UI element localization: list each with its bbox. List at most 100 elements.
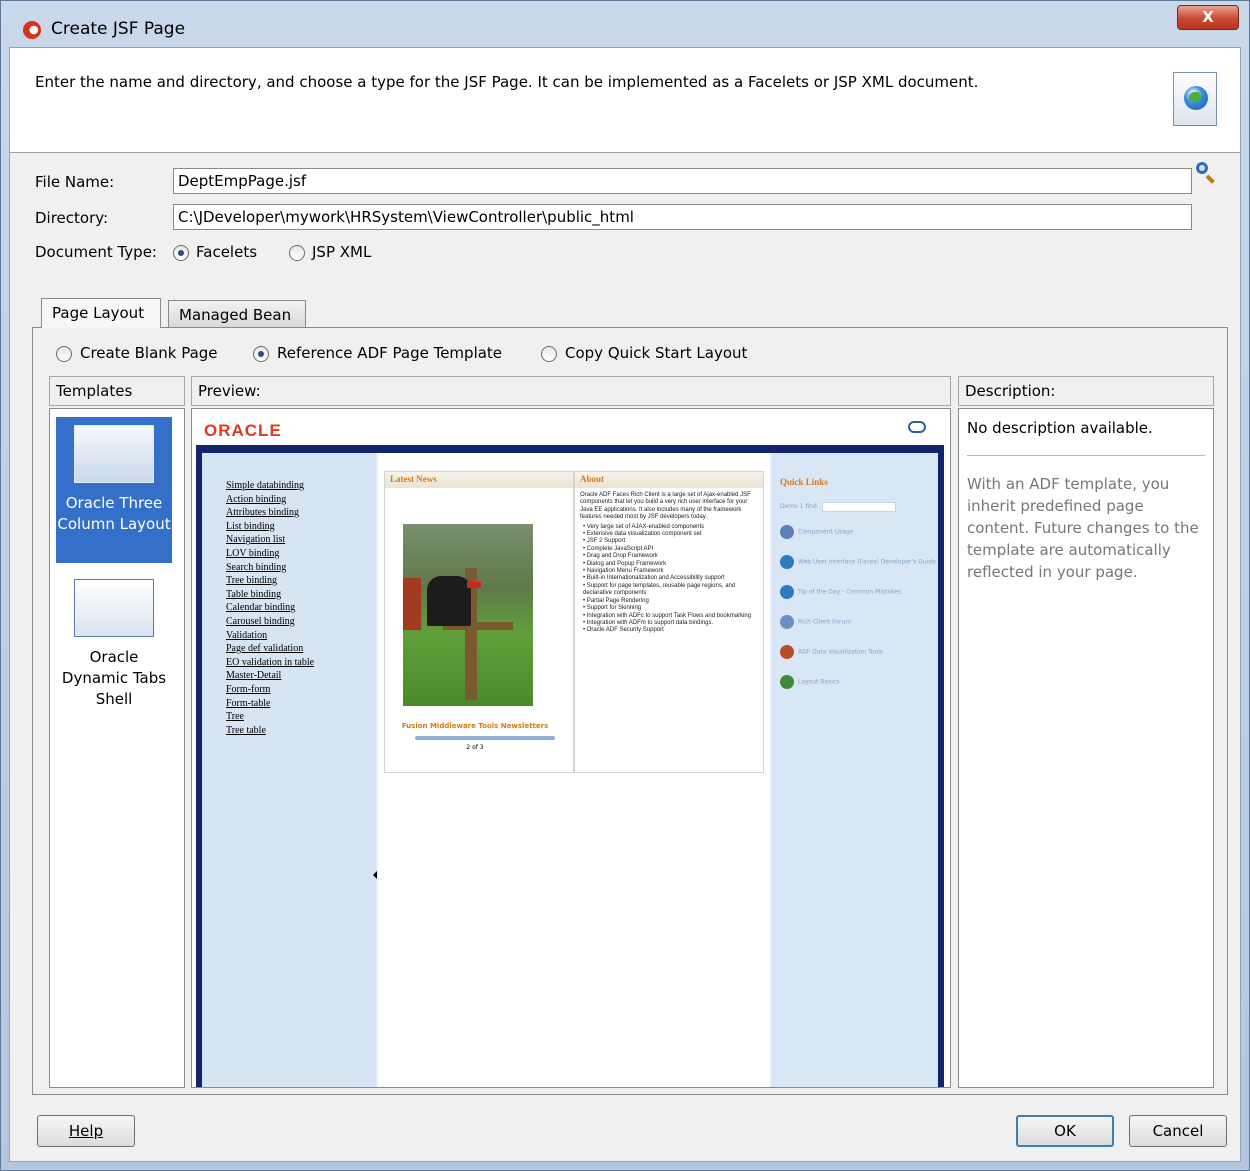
about-bullet-item: • JSF 2 Support: [583, 538, 626, 545]
directory-label: Directory:: [35, 209, 109, 227]
tab-managed-bean[interactable]: Managed Bean: [168, 300, 306, 328]
preview-link-item: List binding: [226, 520, 275, 532]
jsp-xml-label[interactable]: JSP XML: [312, 243, 371, 261]
quick-links-title: Quick Links: [780, 477, 828, 487]
description-heading: Description:: [958, 376, 1214, 406]
quick-link-item: Web User Interface (Faces) Developer's G…: [780, 555, 936, 569]
search-icon: [1196, 162, 1208, 174]
reference-template-radio[interactable]: [253, 346, 269, 362]
about-bullet-item: • Extensive data visualization component…: [583, 531, 702, 538]
preview-link-item: Tree binding: [226, 575, 278, 587]
quick-link-icon: [780, 675, 794, 689]
quick-link-label: Tip of the Day - Common Mistakes: [798, 588, 902, 596]
quick-link-item: Tip of the Day - Common Mistakes: [780, 585, 901, 599]
about-text: Oracle ADF Faces Rich Client is a large …: [580, 492, 751, 521]
templates-list[interactable]: Oracle Three Column Layout Oracle Dynami…: [49, 408, 185, 1088]
preview-link-item: Attributes binding: [226, 507, 300, 519]
directory-input[interactable]: C:\JDeveloper\mywork\HRSystem\ViewContro…: [173, 204, 1192, 230]
quick-link-label: Layout Basics: [798, 678, 840, 686]
quick-link-label: Web User Interface (Faces) Developer's G…: [798, 558, 936, 566]
quick-link-label: Rich Client Forum: [798, 618, 852, 626]
instruction-text: Enter the name and directory, and choose…: [35, 73, 979, 91]
reference-template-label[interactable]: Reference ADF Page Template: [277, 344, 502, 362]
carousel-count: 2 of 3: [466, 744, 484, 751]
latest-news-title: Latest News: [385, 472, 573, 488]
quick-link-icon: [780, 525, 794, 539]
facelets-label[interactable]: Facelets: [196, 243, 257, 261]
preview-link-item: Simple databinding: [226, 480, 305, 491]
preview-link-item: Master-Detail: [226, 670, 282, 682]
preview-link-item: Action binding: [226, 493, 287, 505]
tab-page-layout[interactable]: Page Layout: [41, 298, 161, 328]
copy-quick-start-radio[interactable]: [541, 346, 557, 362]
preview-link-item: EO validation in table: [226, 656, 315, 668]
about-bullet-item: • Support for Skinning: [583, 605, 642, 612]
quick-link-item: ADF Data Visualization Tools: [780, 645, 883, 659]
browse-directory-button[interactable]: [1194, 160, 1218, 184]
about-bullet-item: • Oracle ADF Security Support: [583, 627, 664, 634]
jsp-xml-radio[interactable]: [289, 245, 305, 261]
template-label: Oracle Dynamic Tabs Shell: [61, 648, 167, 708]
document-type-label: Document Type:: [35, 243, 157, 261]
file-name-input[interactable]: DeptEmpPage.jsf: [173, 168, 1192, 194]
preview-page-frame: Simple databinding Action binding Attribut…: [196, 445, 944, 1087]
preview-pane: ORACLE Simple databinding Action binding A…: [191, 408, 951, 1088]
preview-link-item: Validation: [226, 629, 268, 641]
preview-link-item: Calendar binding: [226, 602, 296, 614]
preview-link-list: Simple databinding Action binding Attribut…: [226, 479, 314, 737]
window-title: Create JSF Page: [51, 19, 186, 39]
about-bullet-item: • Partial Page Rendering: [583, 597, 649, 604]
preview-page-body: Simple databinding Action binding Attribut…: [202, 453, 938, 1087]
preview-left-column: Simple databinding Action binding Attribut…: [202, 453, 376, 1087]
preview-link-item: LOV binding: [226, 547, 280, 559]
instruction-header: Enter the name and directory, and choose…: [10, 48, 1240, 153]
about-bullets: • Very large set of AJAX-enabled compone…: [575, 524, 763, 635]
about-bullet-item: • Built-in Internationalization and Acce…: [583, 575, 725, 582]
collapse-left-icon: [373, 871, 377, 879]
about-panel: About Oracle ADF Faces Rich Client is a …: [574, 471, 764, 773]
ok-button[interactable]: OK: [1016, 1115, 1114, 1147]
title-bar[interactable]: Create JSF Page X: [1, 1, 1249, 47]
about-bullet-item: • Very large set of AJAX-enabled compone…: [583, 523, 705, 530]
quick-links-search-field: [822, 502, 896, 512]
template-item-dynamic-tabs[interactable]: Oracle Dynamic Tabs Shell: [56, 571, 172, 721]
template-item-three-column[interactable]: Oracle Three Column Layout: [56, 417, 172, 563]
quick-link-label: ADF Data Visualization Tools: [798, 648, 883, 656]
description-divider: [967, 455, 1205, 456]
description-pane: No description available. With an ADF te…: [958, 408, 1214, 1088]
preview-link-item: Carousel binding: [226, 615, 295, 627]
about-bullet-item: • Dialog and Popup Framework: [583, 560, 667, 567]
quick-link-item: Rich Client Forum: [780, 615, 851, 629]
preview-link-item: Tree table: [226, 724, 266, 736]
close-button[interactable]: X: [1177, 5, 1239, 30]
help-button[interactable]: Help: [37, 1115, 135, 1147]
about-title: About: [575, 472, 763, 488]
oracle-logo: ORACLE: [204, 421, 282, 440]
quick-link-label: Component Usage: [798, 528, 854, 536]
description-summary: No description available.: [967, 419, 1153, 437]
copy-quick-start-label[interactable]: Copy Quick Start Layout: [565, 344, 747, 362]
wizard-logo: [1173, 72, 1217, 126]
cancel-button[interactable]: Cancel: [1129, 1115, 1227, 1147]
latest-news-panel: Latest News Fusion Middleware Tools News…: [384, 471, 574, 773]
preview-link-item: Table binding: [226, 588, 282, 600]
preview-link-item: Navigation list: [226, 534, 286, 546]
preview-center-column: Latest News Fusion Middleware Tools News…: [378, 453, 770, 1087]
preview-link-item: Form-table: [226, 697, 271, 709]
quick-link-item: Layout Basics: [780, 675, 839, 689]
about-bullet-item: • Navigation Menu Framework: [583, 568, 664, 575]
preview-link-item: Form-form: [226, 683, 271, 695]
about-bullet-item: • Drag and Drop Framework: [583, 553, 658, 560]
file-name-label: File Name:: [35, 173, 115, 191]
template-label: Oracle Three Column Layout: [57, 494, 171, 533]
quick-links-search-label: Demo 1 find: [780, 503, 817, 510]
quick-link-item: Component Usage: [780, 525, 853, 539]
facelets-radio[interactable]: [173, 245, 189, 261]
template-thumbnail: [74, 579, 154, 637]
dialog-window: Create JSF Page X Enter the name and dir…: [0, 0, 1250, 1171]
about-bullet-item: • Support for page templates, reusable p…: [583, 582, 736, 597]
create-blank-page-label[interactable]: Create Blank Page: [80, 344, 218, 362]
template-thumbnail: [74, 425, 154, 483]
description-body: With an ADF template, you inherit predef…: [967, 475, 1199, 581]
create-blank-page-radio[interactable]: [56, 346, 72, 362]
